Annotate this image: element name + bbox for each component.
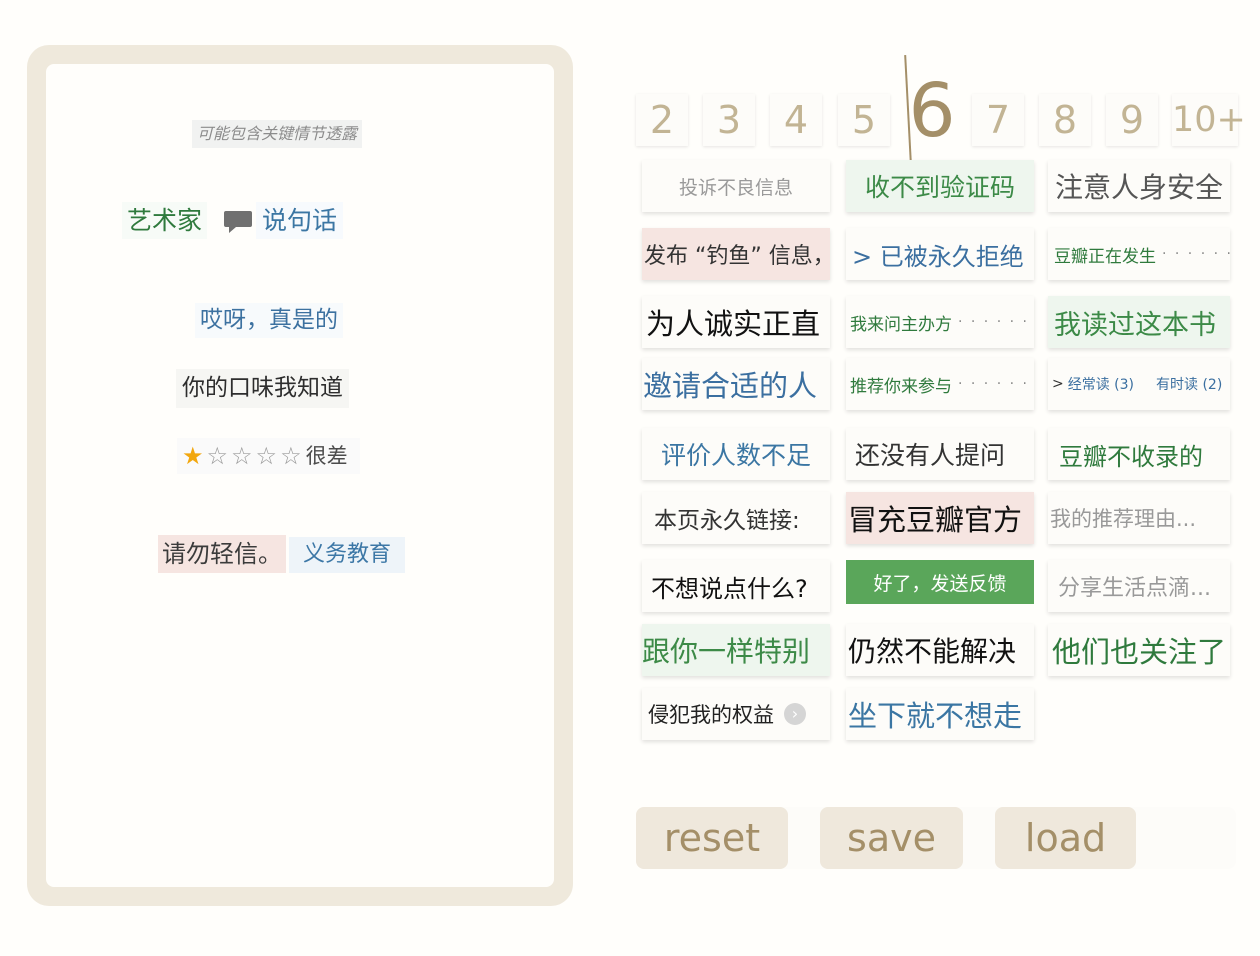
- tab-3[interactable]: 3: [703, 94, 755, 146]
- say-something-snippet[interactable]: 说句话: [256, 202, 344, 239]
- speech-bubble-icon: [224, 211, 252, 233]
- tab-6-active[interactable]: 6: [904, 70, 960, 152]
- preview-frame: 可能包含关键情节透露 艺术家 说句话 哎呀，真是的 你的口味我知道 ★ ☆ ☆ …: [27, 45, 573, 906]
- tile-special[interactable]: 跟你一样特别: [642, 624, 830, 676]
- tile-honest[interactable]: 为人诚实正直: [642, 296, 830, 348]
- reset-button[interactable]: reset: [636, 807, 788, 869]
- exclaim-snippet[interactable]: 哎呀，真是的: [195, 303, 343, 338]
- tile-invite[interactable]: 邀请合适的人: [642, 358, 830, 410]
- tile-not-indexed[interactable]: 豆瓣不收录的: [1048, 428, 1230, 480]
- education-snippet[interactable]: 义务教育: [289, 537, 406, 573]
- rating-label: 很差: [305, 443, 348, 468]
- tile-report[interactable]: 投诉不良信息: [642, 160, 830, 212]
- tile-sit-down[interactable]: 坐下就不想走: [846, 688, 1034, 740]
- length-tabs: 2 3 4 5 6 7 8 9 10+: [634, 50, 1246, 163]
- tile-still-unsolved[interactable]: 仍然不能解决: [846, 624, 1034, 676]
- preview-canvas: 可能包含关键情节透露 艺术家 说句话 哎呀，真是的 你的口味我知道 ★ ☆ ☆ …: [46, 64, 554, 887]
- tile-happening[interactable]: 豆瓣正在发生 · · · · · ·: [1048, 228, 1230, 280]
- star-empty-icon: ☆: [231, 442, 253, 470]
- tile-rejected[interactable]: > 已被永久拒绝: [846, 228, 1034, 280]
- tab-7[interactable]: 7: [972, 94, 1024, 146]
- star-empty-icon: ☆: [255, 442, 278, 470]
- tile-ask-host[interactable]: 我来问主办方 · · · · · ·: [846, 296, 1034, 348]
- tile-reason[interactable]: 我的推荐理由...: [1048, 492, 1230, 544]
- tab-9[interactable]: 9: [1106, 94, 1158, 146]
- tile-safety[interactable]: 注意人身安全: [1048, 160, 1230, 212]
- load-button[interactable]: load: [995, 807, 1136, 869]
- tile-say-nothing[interactable]: 不想说点什么?: [642, 560, 830, 612]
- star-filled-icon: ★: [182, 442, 204, 470]
- tab-5[interactable]: 5: [838, 94, 890, 146]
- tile-no-questions[interactable]: 还没有人提问: [846, 428, 1034, 480]
- tile-they-follow[interactable]: 他们也关注了: [1048, 624, 1230, 676]
- star-empty-icon: ☆: [206, 442, 229, 470]
- spoiler-warning-snippet[interactable]: 可能包含关键情节透露: [192, 120, 363, 148]
- rating-snippet[interactable]: ★ ☆ ☆ ☆ ☆ 很差: [177, 438, 360, 474]
- tile-send-feedback[interactable]: 好了，发送反馈: [846, 560, 1034, 604]
- save-button[interactable]: save: [820, 807, 963, 869]
- tile-no-code[interactable]: 收不到验证码: [846, 160, 1034, 212]
- tile-permalink[interactable]: 本页永久链接:: [642, 492, 830, 544]
- tile-rights[interactable]: 侵犯我的权益 ›: [642, 688, 830, 740]
- tab-2[interactable]: 2: [636, 94, 688, 146]
- caution-snippet[interactable]: 请勿轻信。: [158, 535, 286, 573]
- tab-8[interactable]: 8: [1039, 94, 1091, 146]
- tile-reading-freq[interactable]: > 经常读 (3) 有时读 (2): [1048, 358, 1230, 410]
- taste-snippet[interactable]: 你的口味我知道: [176, 369, 349, 408]
- tile-phishing[interactable]: 发布 “钓鱼” 信息，: [642, 228, 830, 280]
- tab-10-plus[interactable]: 10+: [1172, 94, 1246, 146]
- tile-not-enough-ratings[interactable]: 评价人数不足: [642, 428, 830, 480]
- tab-4[interactable]: 4: [770, 94, 822, 146]
- chevron-right-icon: ›: [784, 703, 806, 725]
- tile-recommend-join[interactable]: 推荐你来参与 · · · · · ·: [846, 358, 1034, 410]
- tile-read-book[interactable]: 我读过这本书: [1048, 296, 1230, 348]
- tile-share-life[interactable]: 分享生活点滴...: [1048, 560, 1230, 612]
- star-empty-icon: ☆: [280, 442, 302, 470]
- tile-impersonate[interactable]: 冒充豆瓣官方: [846, 492, 1034, 544]
- artist-snippet[interactable]: 艺术家: [122, 202, 208, 239]
